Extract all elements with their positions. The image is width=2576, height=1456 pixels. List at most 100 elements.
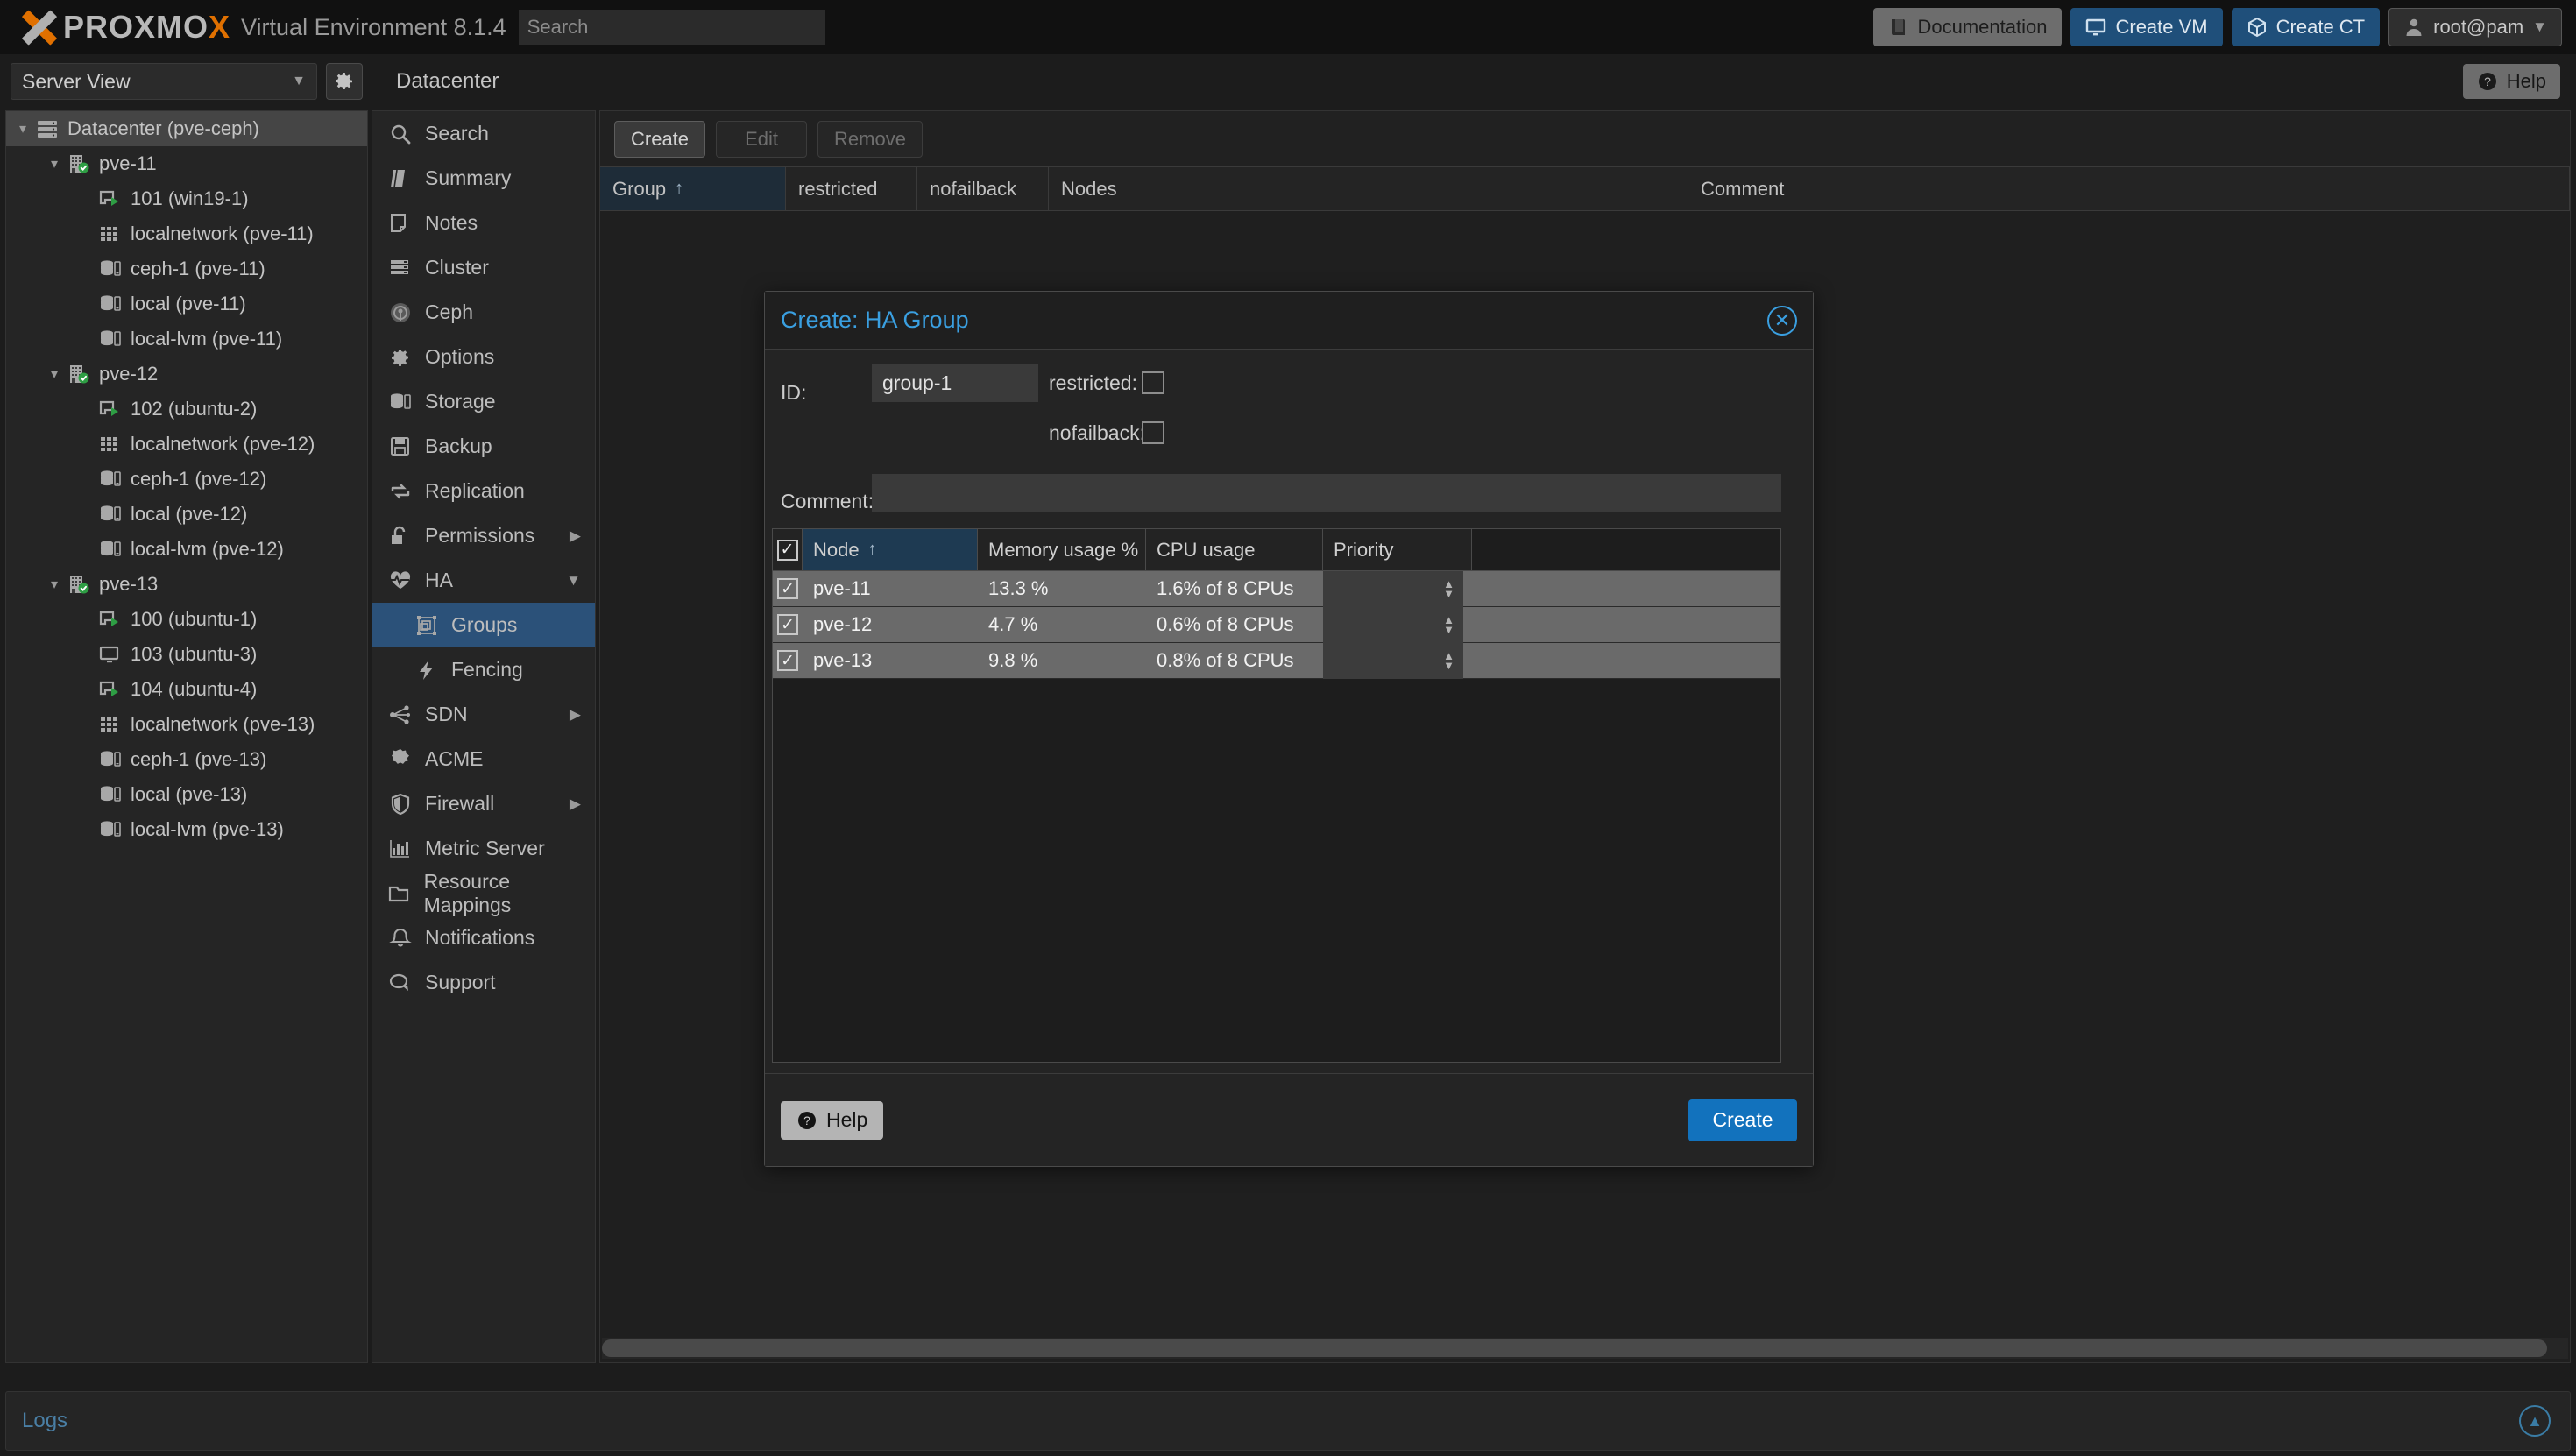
tree-item[interactable]: ▾ pve-13 <box>6 567 367 602</box>
tree-item[interactable]: localnetwork (pve-11) <box>6 216 367 251</box>
tree-item[interactable]: 101 (win19-1) <box>6 181 367 216</box>
tree-item[interactable]: ▾ pve-12 <box>6 357 367 392</box>
stepper-arrows-icon[interactable]: ▲ ▼ <box>1443 650 1454 671</box>
chevron-down-icon[interactable]: ▾ <box>43 155 66 173</box>
menu-item-support[interactable]: Support <box>372 960 595 1005</box>
nofailback-checkbox[interactable] <box>1142 421 1164 444</box>
node-column-header-node[interactable]: Node ↑ <box>803 529 978 570</box>
view-selector[interactable]: Server View ▼ <box>11 63 317 100</box>
chevron-right-icon[interactable]: ▶ <box>570 795 581 813</box>
node-row-checkbox-cell[interactable]: ✓ <box>773 571 803 607</box>
menu-item-options[interactable]: Options <box>372 335 595 379</box>
tree-item[interactable]: local-lvm (pve-13) <box>6 812 367 847</box>
priority-stepper[interactable]: ▲ ▼ <box>1323 642 1463 679</box>
chevron-down-icon[interactable]: ▾ <box>43 365 66 383</box>
logs-label[interactable]: Logs <box>22 1409 67 1433</box>
chevron-down-icon[interactable]: ▾ <box>43 576 66 593</box>
menu-item-search[interactable]: Search <box>372 111 595 156</box>
restricted-checkbox[interactable] <box>1142 371 1164 394</box>
create-vm-button[interactable]: Create VM <box>2070 8 2223 46</box>
node-row-checkbox[interactable]: ✓ <box>777 650 798 671</box>
tree-item[interactable]: ceph-1 (pve-13) <box>6 742 367 777</box>
tree-item[interactable]: localnetwork (pve-13) <box>6 707 367 742</box>
menu-item-cluster[interactable]: Cluster <box>372 245 595 290</box>
tree-item[interactable]: ▾ pve-11 <box>6 146 367 181</box>
menu-item-backup[interactable]: Backup <box>372 424 595 469</box>
stepper-arrows-icon[interactable]: ▲ ▼ <box>1443 578 1454 599</box>
close-icon[interactable]: ✕ <box>1767 305 1797 336</box>
tree-item[interactable]: 102 (ubuntu-2) <box>6 392 367 427</box>
tree-item[interactable]: 104 (ubuntu-4) <box>6 672 367 707</box>
menu-item-notifications[interactable]: Notifications <box>372 915 595 960</box>
node-row-checkbox[interactable]: ✓ <box>777 614 798 635</box>
priority-stepper[interactable]: ▲ ▼ <box>1323 570 1463 607</box>
menu-item-ceph[interactable]: Ceph <box>372 290 595 335</box>
node-column-header-priority[interactable]: Priority <box>1323 529 1472 570</box>
node-row-checkbox[interactable]: ✓ <box>777 578 798 599</box>
column-header-group[interactable]: Group ↑ <box>600 167 786 210</box>
node-column-header-memory-usage-[interactable]: Memory usage % <box>978 529 1146 570</box>
user-menu-button[interactable]: root@pam ▼ <box>2388 8 2562 46</box>
tree-item[interactable]: local (pve-11) <box>6 286 367 322</box>
tree-item[interactable]: ceph-1 (pve-12) <box>6 462 367 497</box>
settings-gear-button[interactable] <box>326 63 363 100</box>
create-button[interactable]: Create <box>614 120 706 158</box>
menu-item-firewall[interactable]: Firewall ▶ <box>372 781 595 826</box>
node-grid-rows[interactable]: ✓ pve-11 13.3 % 1.6% of 8 CPUs ▲ ▼ ✓ pve-12 4.7 … <box>773 570 1780 679</box>
id-input[interactable] <box>872 364 1038 402</box>
menu-item-storage[interactable]: Storage <box>372 379 595 424</box>
node-row-checkbox-cell[interactable]: ✓ <box>773 607 803 643</box>
menu-item-groups[interactable]: Groups <box>372 603 595 647</box>
menu-item-sdn[interactable]: SDN ▶ <box>372 692 595 737</box>
tree-item[interactable]: 100 (ubuntu-1) <box>6 602 367 637</box>
stepper-arrows-icon[interactable]: ▲ ▼ <box>1443 614 1454 635</box>
column-header-nofailback[interactable]: nofailback <box>917 167 1049 210</box>
comment-input[interactable] <box>872 474 1781 512</box>
documentation-button[interactable]: Documentation <box>1872 8 2063 46</box>
node-row[interactable]: ✓ pve-11 13.3 % 1.6% of 8 CPUs ▲ ▼ <box>773 570 1780 607</box>
priority-stepper[interactable]: ▲ ▼ <box>1323 606 1463 643</box>
resource-tree[interactable]: ▾ Datacenter (pve-ceph) ▾ pve-11 101 (win19-… <box>5 110 368 1363</box>
column-header-restricted[interactable]: restricted <box>786 167 917 210</box>
tree-item[interactable]: localnetwork (pve-12) <box>6 427 367 462</box>
help-button-top[interactable]: ? Help <box>2462 64 2560 99</box>
horizontal-scrollbar-thumb[interactable] <box>602 1339 2547 1357</box>
tree-item[interactable]: local-lvm (pve-12) <box>6 532 367 567</box>
column-header-comment[interactable]: Comment <box>1688 167 2570 210</box>
tree-item[interactable]: ceph-1 (pve-11) <box>6 251 367 286</box>
dialog-help-button[interactable]: ? Help <box>781 1100 884 1140</box>
tree-item[interactable]: local (pve-13) <box>6 777 367 812</box>
chevron-right-icon[interactable]: ▶ <box>570 527 581 545</box>
menu-item-notes[interactable]: Notes <box>372 201 595 245</box>
node-row-checkbox-cell[interactable]: ✓ <box>773 643 803 679</box>
menu-item-metric-server[interactable]: Metric Server <box>372 826 595 871</box>
tree-item[interactable]: 103 (ubuntu-3) <box>6 637 367 672</box>
breadcrumb[interactable]: Datacenter <box>396 54 499 109</box>
menu-item-acme[interactable]: ACME <box>372 737 595 781</box>
node-row[interactable]: ✓ pve-13 9.8 % 0.8% of 8 CPUs ▲ ▼ <box>773 642 1780 679</box>
menu-item-resource-mappings[interactable]: Resource Mappings <box>372 870 595 916</box>
tree-item[interactable]: local-lvm (pve-11) <box>6 322 367 357</box>
search-input[interactable] <box>518 10 825 45</box>
menu-item-permissions[interactable]: Permissions ▶ <box>372 513 595 558</box>
node-row[interactable]: ✓ pve-12 4.7 % 0.6% of 8 CPUs ▲ ▼ <box>773 606 1780 643</box>
menu-item-fencing[interactable]: Fencing <box>372 647 595 692</box>
select-all-header-cell[interactable]: ✓ <box>773 529 803 570</box>
chevron-up-icon[interactable]: ▲ <box>2519 1405 2551 1437</box>
create-ct-button[interactable]: Create CT <box>2231 8 2381 46</box>
menu-item-summary[interactable]: Summary <box>372 156 595 201</box>
dialog-create-button[interactable]: Create <box>1688 1099 1797 1141</box>
proxmox-logo[interactable]: PROXMO X Virtual Environment 8.1.4 <box>0 0 506 54</box>
tree-item[interactable]: local (pve-12) <box>6 497 367 532</box>
node-selection-grid[interactable]: ✓ Node ↑ Memory usage % CPU usage Priority ✓ p… <box>772 528 1781 1063</box>
chevron-down-icon[interactable]: ▼ <box>566 572 581 590</box>
horizontal-scrollbar[interactable] <box>602 1338 2568 1359</box>
chevron-down-icon[interactable]: ▾ <box>11 120 34 138</box>
column-header-nodes[interactable]: Nodes <box>1049 167 1688 210</box>
node-column-header-cpu-usage[interactable]: CPU usage <box>1146 529 1323 570</box>
select-all-checkbox[interactable]: ✓ <box>776 539 798 561</box>
menu-item-ha[interactable]: HA ▼ <box>372 558 595 603</box>
datacenter-menu[interactable]: Search Summary Notes Cluster Ceph Options Stor… <box>372 110 596 1363</box>
tree-item[interactable]: ▾ Datacenter (pve-ceph) <box>6 111 367 146</box>
chevron-right-icon[interactable]: ▶ <box>570 706 581 724</box>
